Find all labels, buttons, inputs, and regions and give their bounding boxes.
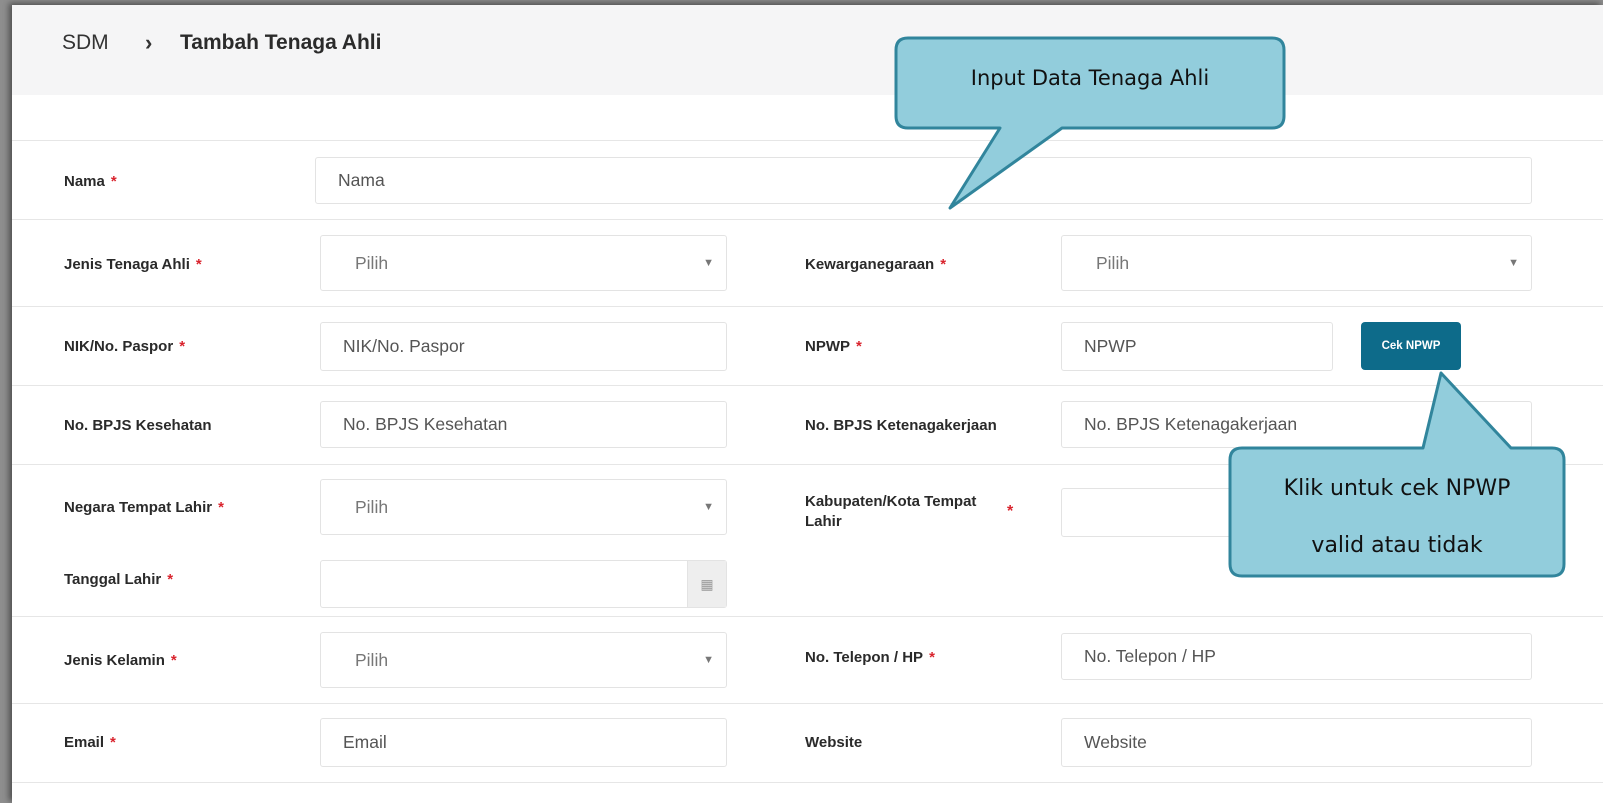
- required-mark: *: [856, 338, 862, 355]
- negara-tempat-lahir-label: Negara Tempat Lahir *: [64, 499, 224, 516]
- select-value: Pilih: [355, 252, 389, 273]
- divider: [12, 385, 1603, 386]
- caret-down-icon: ▼: [703, 257, 714, 269]
- website-placeholder: Website: [1084, 732, 1147, 752]
- select-value: Pilih: [355, 496, 389, 517]
- divider: [12, 140, 1603, 141]
- required-mark: *: [940, 256, 947, 273]
- jenis-kelamin-select[interactable]: Pilih ▼: [320, 632, 727, 688]
- select-value: Pilih: [355, 649, 389, 670]
- divider: [12, 464, 1603, 465]
- nama-placeholder: Nama: [338, 170, 385, 190]
- caret-down-icon: ▼: [703, 501, 714, 513]
- calendar-icon[interactable]: ▦: [687, 561, 726, 607]
- tanggal-lahir-label: Tanggal Lahir *: [64, 571, 174, 588]
- nik-label: NIK/No. Paspor *: [64, 338, 186, 355]
- telepon-placeholder: No. Telepon / HP: [1084, 646, 1216, 666]
- website-input[interactable]: Website: [1061, 718, 1532, 767]
- divider: [12, 616, 1603, 617]
- required-mark: *: [1007, 503, 1014, 520]
- negara-tempat-lahir-select[interactable]: Pilih ▼: [320, 479, 727, 535]
- required-mark: *: [110, 173, 117, 190]
- bpjs-kesehatan-input[interactable]: No. BPJS Kesehatan: [320, 401, 727, 448]
- breadcrumb-separator-icon: ›: [145, 30, 153, 55]
- kewarganegaraan-label: Kewarganegaraan *: [805, 256, 947, 273]
- cek-npwp-button[interactable]: Cek NPWP: [1361, 322, 1461, 370]
- page-title: Tambah Tenaga Ahli: [180, 31, 382, 54]
- bpjs-kesehatan-label: No. BPJS Kesehatan: [64, 417, 212, 434]
- required-mark: *: [218, 499, 224, 516]
- caret-down-icon: ▼: [703, 654, 714, 666]
- npwp-label: NPWP *: [805, 338, 862, 355]
- website-label: Website: [805, 734, 863, 751]
- page-header: SDM › Tambah Tenaga Ahli: [12, 5, 1603, 95]
- form-window: SDM › Tambah Tenaga Ahli Nama * Nama Jeni…: [12, 5, 1603, 803]
- divider: [12, 306, 1603, 307]
- required-mark: *: [195, 256, 202, 273]
- npwp-input[interactable]: NPWP: [1061, 322, 1333, 371]
- bpjs-kesehatan-placeholder: No. BPJS Kesehatan: [343, 414, 508, 434]
- select-value: Pilih: [1096, 252, 1130, 273]
- kabupaten-tempat-lahir-label: Kabupaten/Kota Tempat Lahir: [805, 493, 977, 530]
- nama-input[interactable]: Nama: [315, 157, 1532, 204]
- nama-label: Nama *: [64, 173, 117, 190]
- kewarganegaraan-select[interactable]: Pilih ▼: [1061, 235, 1532, 291]
- email-placeholder: Email: [343, 732, 387, 752]
- bpjs-ketenagakerjaan-input[interactable]: No. BPJS Ketenagakerjaan: [1061, 401, 1532, 448]
- required-mark: *: [167, 571, 174, 588]
- bpjs-ketenagakerjaan-label: No. BPJS Ketenagakerjaan: [805, 417, 997, 434]
- email-input[interactable]: Email: [320, 718, 727, 767]
- bpjs-ketenagakerjaan-placeholder: No. BPJS Ketenagakerjaan: [1084, 414, 1298, 434]
- divider: [12, 703, 1603, 704]
- email-label: Email *: [64, 734, 116, 751]
- jenis-tenaga-ahli-label: Jenis Tenaga Ahli *: [64, 256, 202, 273]
- divider: [12, 782, 1603, 783]
- callout-input-data-text: Input Data Tenaga Ahli: [970, 66, 1210, 90]
- required-mark: *: [179, 338, 186, 355]
- breadcrumb-sdm[interactable]: SDM: [62, 31, 109, 55]
- required-mark: *: [929, 649, 935, 666]
- telepon-label: No. Telepon / HP *: [805, 649, 935, 666]
- npwp-placeholder: NPWP: [1084, 336, 1137, 356]
- callout-npwp-line2: valid atau tidak: [1311, 533, 1483, 558]
- divider: [12, 219, 1603, 220]
- nik-placeholder: NIK/No. Paspor: [343, 336, 465, 356]
- required-mark: *: [170, 652, 177, 669]
- nik-input[interactable]: NIK/No. Paspor: [320, 322, 727, 371]
- caret-down-icon: ▼: [1508, 257, 1519, 269]
- required-mark: *: [110, 734, 116, 751]
- jenis-kelamin-label: Jenis Kelamin *: [64, 652, 177, 669]
- tanggal-lahir-input[interactable]: ▦: [320, 560, 727, 608]
- telepon-input[interactable]: No. Telepon / HP: [1061, 633, 1532, 680]
- jenis-tenaga-ahli-select[interactable]: Pilih ▼: [320, 235, 727, 291]
- callout-npwp-line1: Klik untuk cek NPWP: [1283, 476, 1511, 501]
